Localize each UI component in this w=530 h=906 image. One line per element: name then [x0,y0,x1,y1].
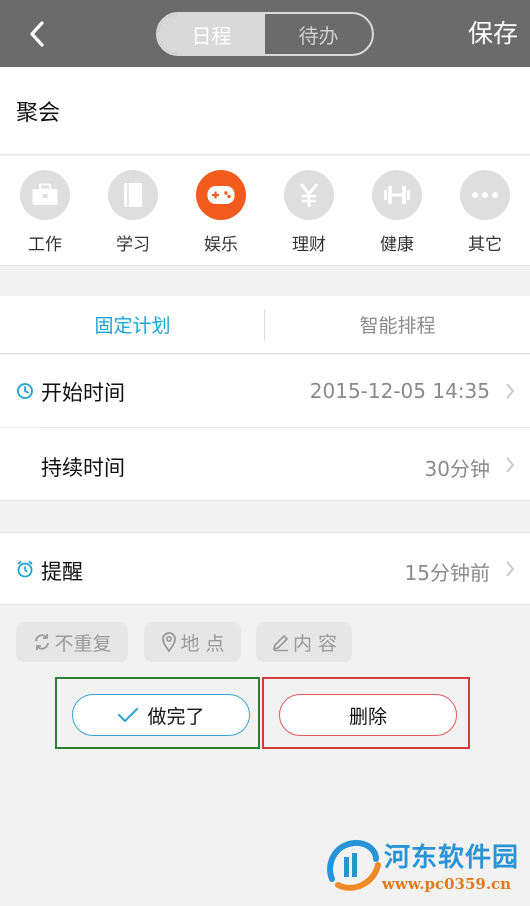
category-work-circle [20,170,70,220]
reminder-value: 15分钟前 [404,561,490,585]
category-label: 学习 [116,235,150,255]
briefcase-icon [32,183,58,205]
location-chip[interactable]: 地 点 [144,622,241,662]
duration-value: 30分钟 [424,457,490,481]
top-bar: 日程 待办 保存 [0,0,530,67]
dumbbell-icon [384,186,410,204]
chevron-right-icon [506,457,515,473]
tab-smart-schedule[interactable]: 智能排程 [265,296,530,353]
category-study[interactable]: 学习 [98,170,168,255]
watermark-logo-icon [327,839,381,891]
category-other-circle [460,170,510,220]
chevron-right-icon [506,383,515,399]
category-finance-circle [284,170,334,220]
repeat-icon [35,634,50,650]
watermark-title: 河东软件园 [384,843,520,873]
book-icon [124,183,142,207]
duration-label: 持续时间 [41,456,125,480]
start-time-label: 开始时间 [41,381,125,405]
category-label: 理财 [292,235,326,255]
category-entertainment[interactable]: 娱乐 [186,170,256,255]
reminder-label: 提醒 [41,560,83,584]
more-dots-icon [472,192,498,198]
watermark: 河东软件园 www.pc0359.cn [324,833,530,906]
plan-mode-tabs: 固定计划 智能排程 [0,296,530,354]
alarm-clock-icon [17,560,33,578]
category-entertainment-circle [196,170,246,220]
pencil-icon [272,634,289,652]
tab-fixed-plan[interactable]: 固定计划 [0,296,265,353]
category-other[interactable]: 其它 [450,170,520,255]
location-pin-icon [162,632,177,653]
delete-label: 删除 [348,705,387,728]
tab-divider [264,309,265,341]
chevron-left-icon [30,21,44,47]
category-study-circle [108,170,158,220]
location-chip-label: 地 点 [180,632,225,655]
gamepad-icon [207,186,235,204]
duration-row[interactable]: 持续时间 30分钟 [0,428,530,501]
event-title-input[interactable]: 聚会 [16,95,496,127]
mark-done-button[interactable]: 做完了 [72,694,250,736]
clock-icon [17,383,33,399]
category-health[interactable]: 健康 [362,170,432,255]
category-finance[interactable]: 理财 [274,170,344,255]
tab-todo[interactable]: 待办 [265,14,372,54]
category-work[interactable]: 工作 [10,170,80,255]
schedule-todo-switch: 日程 待办 [156,12,374,56]
reminder-row[interactable]: 提醒 15分钟前 [0,532,530,605]
event-title-row: 聚会 [0,67,530,155]
back-button[interactable] [22,16,56,52]
yen-icon [299,183,319,207]
checkmark-icon [118,707,139,723]
watermark-url: www.pc0359.cn [382,875,512,893]
repeat-chip-label: 不重复 [54,632,112,655]
content-chip[interactable]: 内 容 [256,622,352,662]
delete-button[interactable]: 删除 [279,694,457,736]
chevron-right-icon [506,561,515,577]
start-time-value: 2015-12-05 14:35 [309,379,490,403]
save-button[interactable]: 保存 [468,14,518,50]
repeat-chip[interactable]: 不重复 [16,622,128,662]
tab-schedule[interactable]: 日程 [158,14,265,54]
category-health-circle [372,170,422,220]
category-label: 其它 [468,235,502,255]
category-label: 娱乐 [204,235,238,255]
category-picker: 工作 学习 娱乐 理财 健康 其它 [0,156,530,266]
content-chip-label: 内 容 [292,632,338,655]
category-label: 工作 [28,235,62,255]
category-label: 健康 [380,235,414,255]
mark-done-label: 做完了 [147,705,205,728]
start-time-row[interactable]: 开始时间 2015-12-05 14:35 [0,355,530,427]
